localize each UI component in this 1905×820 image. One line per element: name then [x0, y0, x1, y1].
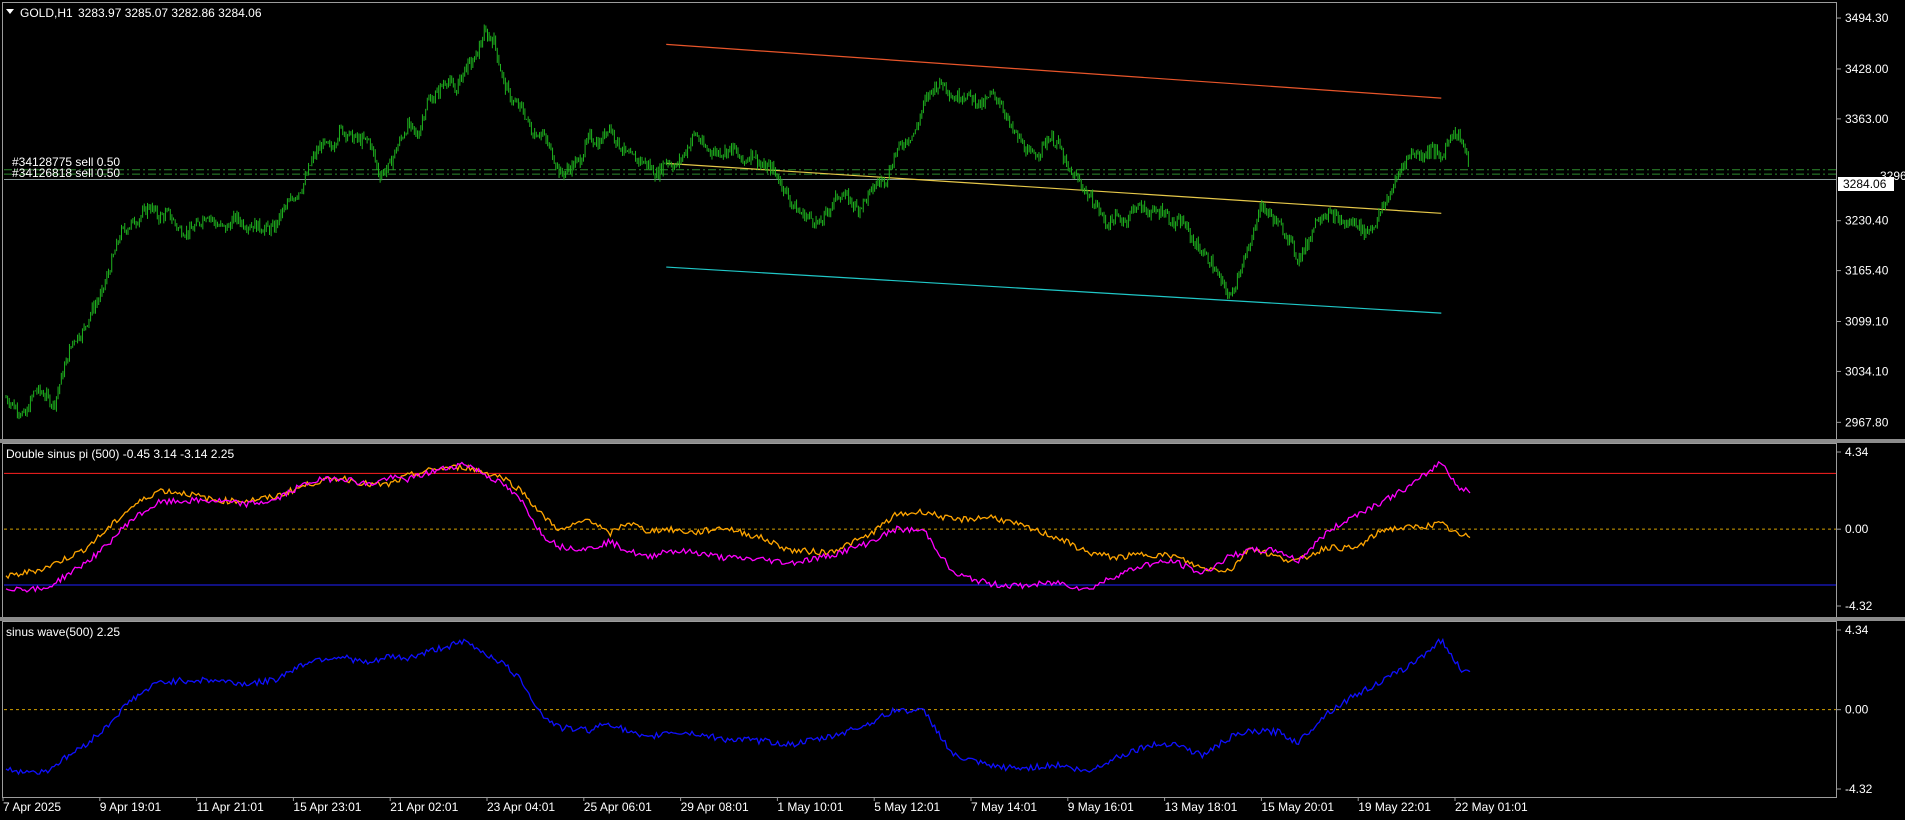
time-label: 7 May 14:01 [971, 800, 1037, 814]
time-label: 7 Apr 2025 [3, 800, 61, 814]
ohlc-values: 3283.97 3285.07 3282.86 3284.06 [78, 6, 262, 20]
indicator1-title: Double sinus pi (500) -0.45 3.14 -3.14 2… [6, 447, 234, 461]
indicator2-blue-series [5, 637, 1471, 776]
chart-menu-triangle-icon[interactable] [6, 9, 14, 14]
pane-splitter-2[interactable] [0, 617, 1905, 621]
time-label: 9 May 16:01 [1068, 800, 1134, 814]
price-chart[interactable]: 3494.30 3428.00 3363.00 3230.40 3165.40 3099.… [0, 0, 1905, 820]
price-tick-label: 3099.10 [1845, 315, 1889, 329]
price-scale[interactable]: 3494.30 3428.00 3363.00 3230.40 3165.40 3099.… [1836, 11, 1889, 796]
bid-price-label: 3284.06 [1843, 177, 1887, 191]
price-tick-label: 3034.10 [1845, 364, 1889, 378]
channel-top-line[interactable] [666, 43, 1442, 99]
time-label: 9 Apr 19:01 [100, 800, 162, 814]
channel-middle-line[interactable] [666, 162, 1442, 214]
time-label: 25 Apr 06:01 [584, 800, 652, 814]
order-label-2[interactable]: #34126818 sell 0.50 [12, 166, 120, 180]
time-label: 11 Apr 21:01 [197, 800, 264, 814]
time-label: 29 Apr 08:01 [681, 800, 749, 814]
time-label: 21 Apr 02:01 [390, 800, 458, 814]
indicator1-orange-series [5, 463, 1471, 580]
price-tick-label: 2967.80 [1845, 415, 1889, 429]
indicator2-tick-label: 4.34 [1845, 623, 1869, 637]
time-label: 23 Apr 04:01 [487, 800, 555, 814]
pane-splitter-1[interactable] [0, 439, 1905, 443]
trading-terminal: 3494.30 3428.00 3363.00 3230.40 3165.40 3099.… [0, 0, 1905, 820]
channel-bottom-line[interactable] [666, 266, 1442, 314]
indicator2-title: sinus wave(500) 2.25 [6, 625, 120, 639]
indicator2-plot-area [4, 637, 1836, 776]
main-plot-area [4, 24, 1836, 420]
indicator2-tick-label: -4.32 [1845, 782, 1873, 796]
time-label: 15 May 20:01 [1261, 800, 1334, 814]
indicator1-tick-label: -4.32 [1845, 599, 1873, 613]
time-label: 15 Apr 23:01 [293, 800, 361, 814]
indicator2-pane-frame [2, 621, 1837, 798]
indicator1-tick-label: 0.00 [1845, 522, 1869, 536]
symbol-label: GOLD,H1 [20, 6, 73, 20]
time-label: 19 May 22:01 [1358, 800, 1431, 814]
price-tick-label: 3230.40 [1845, 214, 1889, 228]
time-label: 5 May 12:01 [874, 800, 940, 814]
price-tick-label: 3363.00 [1845, 112, 1889, 126]
time-label: 22 May 01:01 [1455, 800, 1528, 814]
indicator1-tick-label: 4.34 [1845, 445, 1869, 459]
time-label: 1 May 10:01 [777, 800, 843, 814]
time-label: 13 May 18:01 [1165, 800, 1238, 814]
price-tick-label: 3428.00 [1845, 62, 1889, 76]
indicator1-plot-area [4, 460, 1836, 593]
time-scale[interactable]: 7 Apr 2025 9 Apr 19:01 11 Apr 21:01 15 Apr … [2, 797, 1528, 814]
price-tick-label: 3165.40 [1845, 264, 1889, 278]
indicator1-magenta-series [5, 460, 1471, 593]
price-tick-label: 3494.30 [1845, 11, 1889, 25]
indicator2-tick-label: 0.00 [1845, 703, 1869, 717]
